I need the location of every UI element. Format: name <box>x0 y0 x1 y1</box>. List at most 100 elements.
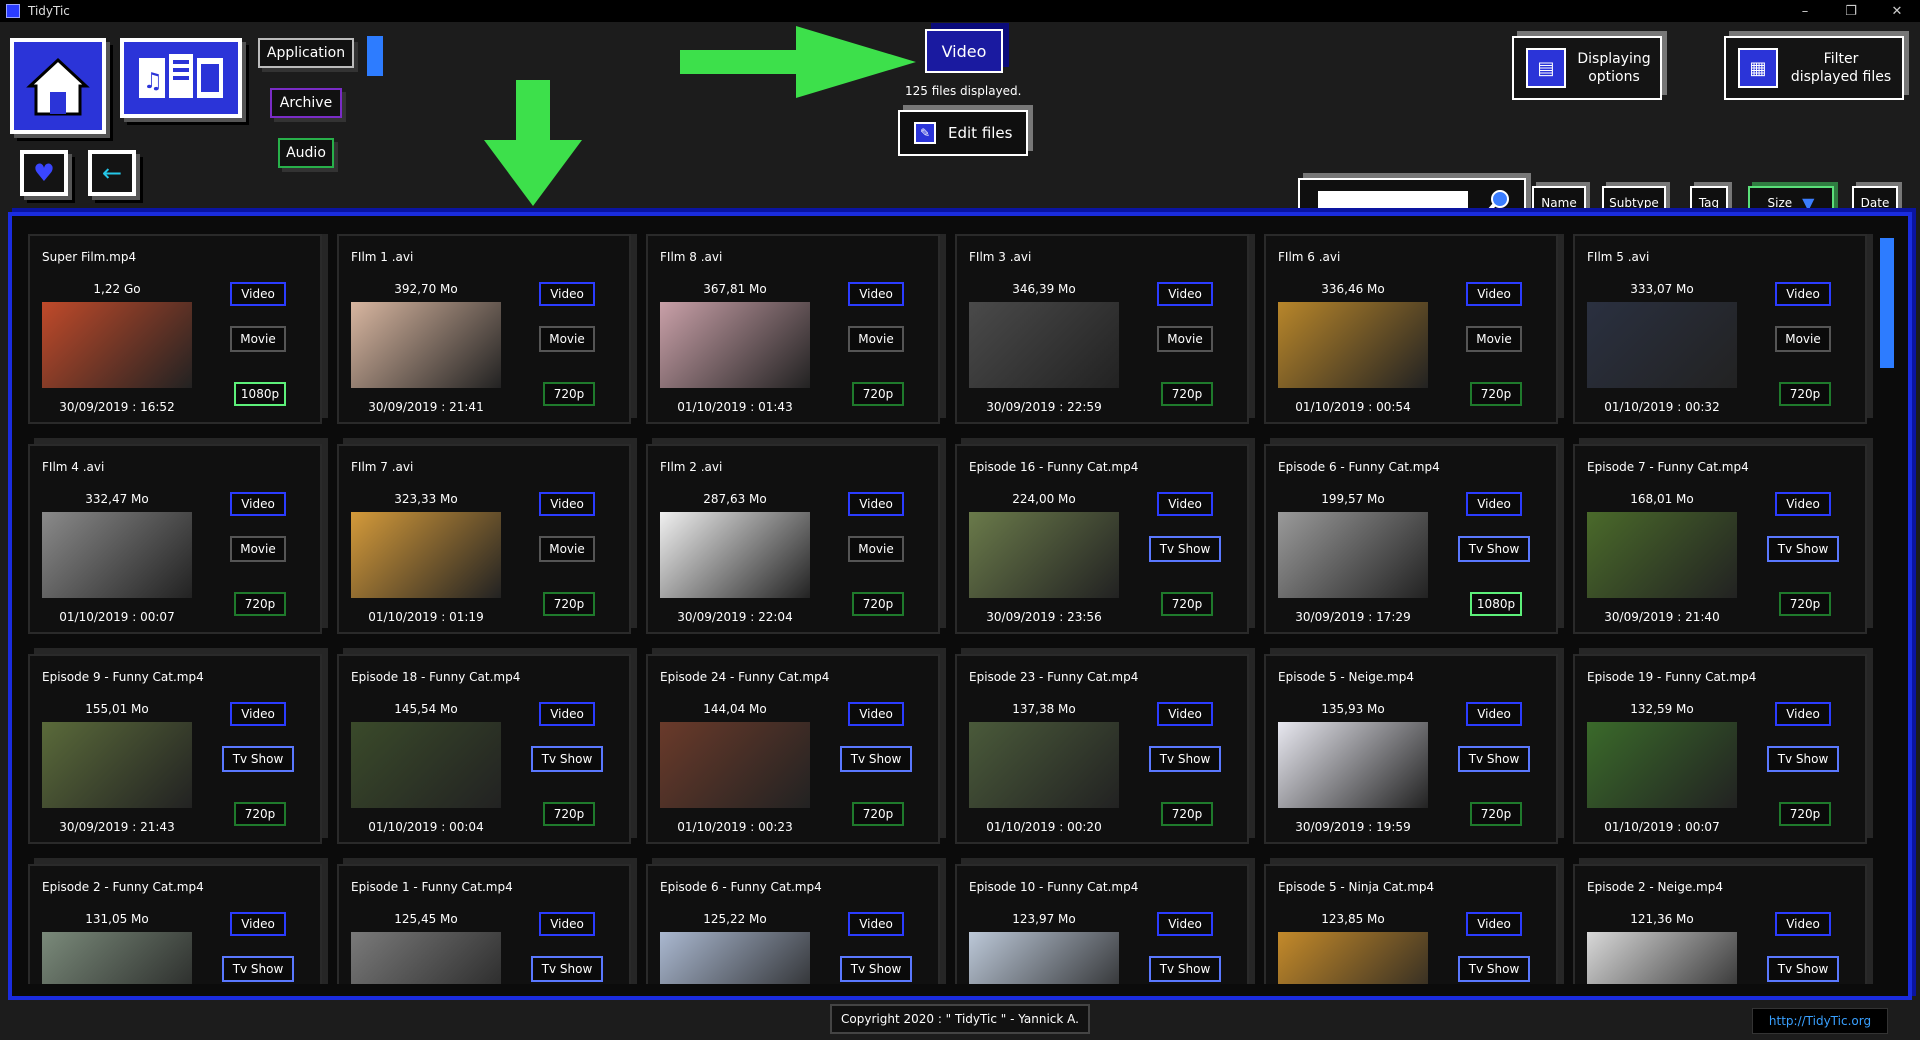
category-tag-button[interactable]: Tv Show <box>1767 746 1839 772</box>
type-tag-button[interactable]: Video <box>539 702 595 726</box>
archive-button[interactable]: Archive <box>270 88 342 118</box>
category-tag-button[interactable]: Movie <box>1157 326 1213 352</box>
file-thumbnail[interactable] <box>969 932 1119 984</box>
type-tag-button[interactable]: Video <box>230 282 286 306</box>
category-tag-button[interactable]: Tv Show <box>1458 746 1530 772</box>
resolution-tag-button[interactable]: 720p <box>543 802 595 826</box>
type-tag-button[interactable]: Video <box>539 282 595 306</box>
file-thumbnail[interactable] <box>660 722 810 808</box>
close-button[interactable]: ✕ <box>1874 0 1920 22</box>
file-thumbnail[interactable] <box>969 722 1119 808</box>
category-tag-button[interactable]: Movie <box>1466 326 1522 352</box>
type-tag-button[interactable]: Video <box>1466 912 1522 936</box>
category-tag-button[interactable]: Tv Show <box>1458 536 1530 562</box>
media-types-button[interactable]: ♫ <box>120 38 242 118</box>
resolution-tag-button[interactable]: 720p <box>852 592 904 616</box>
type-tag-button[interactable]: Video <box>1775 702 1831 726</box>
audio-button[interactable]: Audio <box>278 138 334 168</box>
type-tag-button[interactable]: Video <box>1466 492 1522 516</box>
category-tag-button[interactable]: Movie <box>539 326 595 352</box>
resolution-tag-button[interactable]: 720p <box>1779 382 1831 406</box>
category-tag-button[interactable]: Tv Show <box>1767 956 1839 982</box>
type-tag-button[interactable]: Video <box>1157 912 1213 936</box>
resolution-tag-button[interactable]: 720p <box>1161 382 1213 406</box>
category-tag-button[interactable]: Tv Show <box>1149 536 1221 562</box>
file-card[interactable]: Episode 16 - Funny Cat.mp4 224,00 Mo 30/09… <box>955 444 1249 634</box>
file-card[interactable]: Episode 2 - Neige.mp4 121,36 Mo Video Tv Sh… <box>1573 864 1867 984</box>
type-tag-button[interactable]: Video <box>848 702 904 726</box>
type-tag-button[interactable]: Video <box>1157 492 1213 516</box>
file-card[interactable]: FIlm 4 .avi 332,47 Mo 01/10/2019 : 00:07 Vi… <box>28 444 322 634</box>
file-thumbnail[interactable] <box>1278 512 1428 598</box>
type-tag-button[interactable]: Video <box>230 702 286 726</box>
category-tag-button[interactable]: Tv Show <box>222 956 294 982</box>
resolution-tag-button[interactable]: 720p <box>1779 802 1831 826</box>
file-thumbnail[interactable] <box>42 302 192 388</box>
file-thumbnail[interactable] <box>42 932 192 984</box>
file-card[interactable]: Episode 1 - Funny Cat.mp4 125,45 Mo Video T… <box>337 864 631 984</box>
category-tag-button[interactable]: Tv Show <box>222 746 294 772</box>
file-card[interactable]: Episode 19 - Funny Cat.mp4 132,59 Mo 01/10… <box>1573 654 1867 844</box>
type-tag-button[interactable]: Video <box>539 912 595 936</box>
favorites-button[interactable]: ♥ <box>20 150 68 196</box>
type-tag-button[interactable]: Video <box>1157 702 1213 726</box>
file-thumbnail[interactable] <box>660 302 810 388</box>
type-tag-button[interactable]: Video <box>1466 282 1522 306</box>
file-thumbnail[interactable] <box>660 932 810 984</box>
file-thumbnail[interactable] <box>1278 722 1428 808</box>
category-tag-button[interactable]: Movie <box>230 326 286 352</box>
file-card[interactable]: FIlm 1 .avi 392,70 Mo 30/09/2019 : 21:41 Vi… <box>337 234 631 424</box>
resolution-tag-button[interactable]: 1080p <box>1470 592 1522 616</box>
resolution-tag-button[interactable]: 1080p <box>234 382 286 406</box>
file-thumbnail[interactable] <box>969 512 1119 598</box>
scrollbar[interactable] <box>1880 238 1894 368</box>
file-card[interactable]: Episode 5 - Neige.mp4 135,93 Mo 30/09/2019… <box>1264 654 1558 844</box>
file-card[interactable]: Episode 18 - Funny Cat.mp4 145,54 Mo 01/10… <box>337 654 631 844</box>
file-card[interactable]: FIlm 3 .avi 346,39 Mo 30/09/2019 : 22:59 Vi… <box>955 234 1249 424</box>
file-thumbnail[interactable] <box>42 512 192 598</box>
file-thumbnail[interactable] <box>351 932 501 984</box>
file-card[interactable]: Episode 5 - Ninja Cat.mp4 123,85 Mo Video T… <box>1264 864 1558 984</box>
displaying-options-button[interactable]: ▤ Displaying options <box>1512 36 1662 100</box>
website-link[interactable]: http://TidyTic.org <box>1752 1008 1888 1034</box>
file-thumbnail[interactable] <box>969 302 1119 388</box>
search-input[interactable] <box>1318 191 1468 213</box>
category-tag-button[interactable]: Tv Show <box>531 956 603 982</box>
type-tag-button[interactable]: Video <box>1775 492 1831 516</box>
type-tag-button[interactable]: Video <box>230 912 286 936</box>
file-card[interactable]: FIlm 8 .avi 367,81 Mo 01/10/2019 : 01:43 Vi… <box>646 234 940 424</box>
file-card[interactable]: Episode 6 - Funny Cat.mp4 199,57 Mo 30/09/… <box>1264 444 1558 634</box>
file-card[interactable]: Episode 7 - Funny Cat.mp4 168,01 Mo 30/09/… <box>1573 444 1867 634</box>
current-category-video[interactable]: Video <box>925 29 1003 73</box>
minimize-button[interactable]: – <box>1782 0 1828 22</box>
resolution-tag-button[interactable]: 720p <box>1779 592 1831 616</box>
file-card[interactable]: FIlm 6 .avi 336,46 Mo 01/10/2019 : 00:54 Vi… <box>1264 234 1558 424</box>
file-thumbnail[interactable] <box>1278 932 1428 984</box>
category-tag-button[interactable]: Tv Show <box>840 956 912 982</box>
file-card[interactable]: FIlm 7 .avi 323,33 Mo 01/10/2019 : 01:19 Vi… <box>337 444 631 634</box>
file-thumbnail[interactable] <box>1587 512 1737 598</box>
file-thumbnail[interactable] <box>1587 932 1737 984</box>
file-card[interactable]: Episode 6 - Funny Cat.mp4 125,22 Mo Video T… <box>646 864 940 984</box>
category-tag-button[interactable]: Movie <box>230 536 286 562</box>
type-tag-button[interactable]: Video <box>1157 282 1213 306</box>
file-card[interactable]: FIlm 2 .avi 287,63 Mo 30/09/2019 : 22:04 Vi… <box>646 444 940 634</box>
resolution-tag-button[interactable]: 720p <box>234 802 286 826</box>
category-tag-button[interactable]: Movie <box>848 326 904 352</box>
resolution-tag-button[interactable]: 720p <box>852 382 904 406</box>
file-thumbnail[interactable] <box>660 512 810 598</box>
category-tag-button[interactable]: Tv Show <box>840 746 912 772</box>
category-tag-button[interactable]: Tv Show <box>1767 536 1839 562</box>
file-card[interactable]: Episode 10 - Funny Cat.mp4 123,97 Mo Video… <box>955 864 1249 984</box>
file-card[interactable]: Super Film.mp4 1,22 Go 30/09/2019 : 16:52 V… <box>28 234 322 424</box>
maximize-button[interactable]: ❐ <box>1828 0 1874 22</box>
file-card[interactable]: Episode 24 - Funny Cat.mp4 144,04 Mo 01/10… <box>646 654 940 844</box>
category-tag-button[interactable]: Movie <box>848 536 904 562</box>
file-thumbnail[interactable] <box>351 512 501 598</box>
resolution-tag-button[interactable]: 720p <box>234 592 286 616</box>
file-card[interactable]: Episode 9 - Funny Cat.mp4 155,01 Mo 30/09/… <box>28 654 322 844</box>
type-tag-button[interactable]: Video <box>848 282 904 306</box>
type-tag-button[interactable]: Video <box>848 492 904 516</box>
file-card[interactable]: Episode 23 - Funny Cat.mp4 137,38 Mo 01/10… <box>955 654 1249 844</box>
category-tag-button[interactable]: Tv Show <box>531 746 603 772</box>
